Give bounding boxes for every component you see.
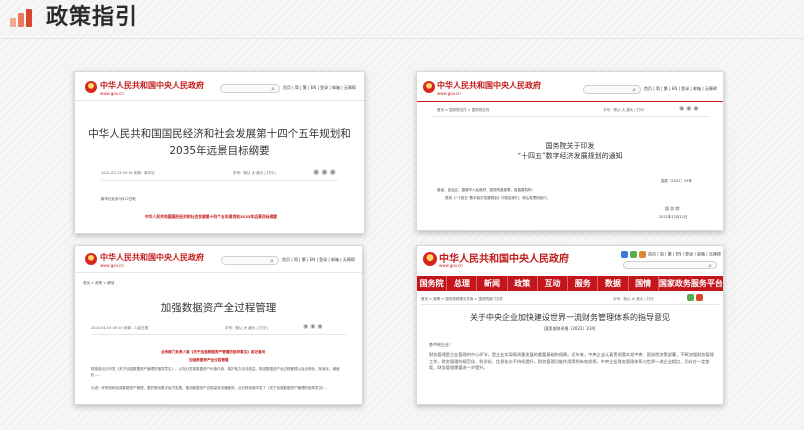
doc-title-line2: “十四五”数字经济发展规划的通知 — [517, 152, 623, 160]
screenshot-card-plan: 中华人民共和国中央人民政府 www.gov.cn ⌕ 首页 | 简 | 繁 | … — [74, 71, 365, 234]
addressee: 各省、自治区、直辖市人民政府，国务院各部委、各直属机构： — [437, 188, 535, 192]
meta-right[interactable]: 字号：默认 大 超大 | 打印 | — [225, 326, 268, 331]
header-line — [75, 100, 364, 101]
national-emblem-icon — [85, 81, 97, 93]
screenshot-card-data-assets: 中华人民共和国中央人民政府 www.gov.cn ⌕ 首页 | 简 | 繁 | … — [74, 245, 363, 405]
screenshot-card-digital-economy: 中华人民共和国中央人民政府 www.gov.cn ⌕ 首页 | 简 | 繁 | … — [416, 71, 724, 231]
header-line — [75, 272, 362, 273]
breadcrumb[interactable]: 首页 > 国务院文件 > 国务院文件 — [437, 108, 489, 113]
national-emblem-icon — [423, 252, 437, 266]
site-name: 中华人民共和国中央人民政府 — [100, 81, 204, 90]
paragraph: 财务管理是企业管理的中心环节，是企业实现高质量发展的重要基础和保障。近年来，中央… — [429, 352, 714, 371]
share-icons[interactable] — [687, 294, 705, 301]
doc-title-line1: 国务院关于印发 — [545, 142, 595, 150]
breadcrumb[interactable]: 首页 > 政策 > 解读 — [83, 281, 114, 286]
nav-item-news[interactable]: 新闻 — [477, 275, 508, 292]
meta-line — [91, 334, 346, 335]
sign-date: 2021年12月12日 — [659, 215, 688, 219]
nav-item-service[interactable]: 服务 — [568, 275, 599, 292]
search-input[interactable]: ⌕ — [221, 256, 279, 265]
search-input[interactable]: ⌕ — [220, 84, 280, 93]
addressee: 各中央企业： — [429, 342, 453, 347]
nav-item-interaction[interactable]: 互动 — [538, 275, 569, 292]
slide: 政策指引 中华人民共和国中央人民政府 www.gov.cn ⌕ 首页 | 简 |… — [0, 0, 804, 430]
page-title: 政策指引 — [46, 5, 139, 30]
doc-title-line1: 中华人民共和国国民经济和社会发展第十四个五年规划和 — [88, 128, 351, 140]
nav-item-service-platform[interactable]: 国家政务服务平台 — [659, 276, 723, 292]
top-links[interactable]: 首页 | 简 | 繁 | EN | 登录 | 邮箱 | 无障碍 — [282, 257, 355, 263]
meta-left: 2021-03-13 09:18 来源：新华社 — [101, 171, 155, 175]
top-links[interactable]: 首页 | 简 | 繁 | EN | 登录 | 邮箱 | 无障碍 — [648, 252, 721, 257]
doc-title-line2: 2035年远景目标纲要 — [169, 145, 270, 157]
paragraph-1: 财政部近日印发《关于加强数据资产管理的指导意见》，以充分发挥数据资产价值作用，保… — [91, 367, 340, 377]
site-url[interactable]: www.gov.cn — [100, 263, 124, 268]
share-wechat-icon[interactable] — [687, 294, 694, 301]
weibo-icon[interactable] — [621, 251, 628, 258]
header-red-line — [417, 101, 723, 102]
meta-line — [431, 116, 709, 117]
title-divider — [0, 38, 804, 39]
search-input[interactable]: ⌕ — [623, 261, 717, 271]
search-icon[interactable]: ⌕ — [271, 85, 275, 94]
red-headline-2: 加强数据资产全过程管理 — [189, 358, 229, 362]
nav-item-policy[interactable]: 政策 — [508, 275, 538, 292]
top-links[interactable]: 首页 | 简 | 繁 | EN | 登录 | 邮箱 | 无障碍 — [283, 85, 356, 91]
meta-line — [101, 180, 338, 181]
top-links[interactable]: 首页 | 简 | 繁 | EN | 登录 | 邮箱 | 无障碍 — [644, 86, 717, 92]
header-icons[interactable]: 首页 | 简 | 繁 | EN | 登录 | 邮箱 | 无障碍 — [621, 251, 721, 258]
wechat-icon[interactable] — [630, 251, 637, 258]
red-headline: 中华人民共和国国民经济和社会发展第十四个五年规划和2035年远景目标纲要 — [145, 214, 278, 219]
share-icons[interactable]: ◉ ◉ ◉ — [679, 105, 699, 112]
national-emblem-icon — [423, 81, 435, 93]
nav-item-state-council[interactable]: 国务院 — [417, 275, 448, 292]
meta-right[interactable]: 字号：默认 大 超大 | 打印 — [613, 297, 654, 302]
nav-item-premier[interactable]: 总理 — [447, 275, 478, 292]
app-icon[interactable] — [639, 251, 646, 258]
signature: 国 务 院 — [665, 206, 680, 211]
body-line: 新华社北京3月12日电 — [101, 197, 136, 201]
site-name: 中华人民共和国中央人民政府 — [100, 253, 204, 262]
screenshot-card-finance-guidance: 中华人民共和国中央人民政府 www.gov.cn 首页 | 简 | 繁 | EN… — [416, 245, 724, 405]
nav-item-national-info[interactable]: 国情 — [629, 275, 659, 292]
share-icons[interactable]: ◉ ◉ ◉ — [313, 168, 336, 176]
search-icon[interactable]: ⌕ — [270, 257, 274, 266]
doc-title: 加强数据资产全过程管理 — [160, 302, 277, 314]
breadcrumb[interactable]: 首页 > 政策 > 国务院政策文件库 > 国务院部门文件 — [421, 297, 503, 302]
share-icons[interactable]: ◉ ◉ ◉ — [303, 323, 323, 330]
meta-right[interactable]: 字号：默认 大 超大 | 打印 | — [233, 171, 276, 176]
search-icon[interactable]: ⌕ — [632, 86, 636, 95]
nav-item-data[interactable]: 数据 — [598, 275, 629, 292]
body-line: 现将《“十四五”数字经济发展规划》印发给你们，请认真贯彻执行。 — [445, 196, 551, 200]
site-url[interactable]: www.gov.cn — [439, 263, 463, 268]
main-nav: 国务院 总理 新闻 政策 互动 服务 数据 国情 国家政务服务平台 — [417, 275, 723, 292]
share-weibo-icon[interactable] — [696, 294, 703, 301]
site-url[interactable]: www.gov.cn — [437, 91, 461, 96]
title-bars-icon — [10, 9, 36, 27]
meta-line — [421, 304, 719, 305]
meta-left: 2024-04-03 09:10 来源：人民日报 — [91, 326, 149, 330]
doc-number: 国发〔2021〕29号 — [661, 179, 692, 183]
paragraph-2: 为进一步规范和加强数据资产管理，更好推动数字经济发展，推动数据资产合规高效流通使… — [91, 386, 329, 390]
doc-number: 国资发财评规〔2022〕23号 — [544, 326, 596, 331]
search-icon[interactable]: ⌕ — [708, 262, 712, 271]
site-name: 中华人民共和国中央人民政府 — [437, 81, 541, 90]
meta-right[interactable]: 字号：默认 大 超大 | 打印 — [603, 108, 644, 113]
search-input[interactable]: ⌕ — [583, 85, 641, 94]
red-headline-1: 业务部门负责人就《关于加强数据资产管理的指导意见》答记者问 — [161, 350, 266, 354]
site-url[interactable]: www.gov.cn — [100, 91, 124, 96]
national-emblem-icon — [85, 253, 97, 265]
doc-title: 关于中央企业加快建设世界一流财务管理体系的指导意见 — [470, 313, 670, 322]
